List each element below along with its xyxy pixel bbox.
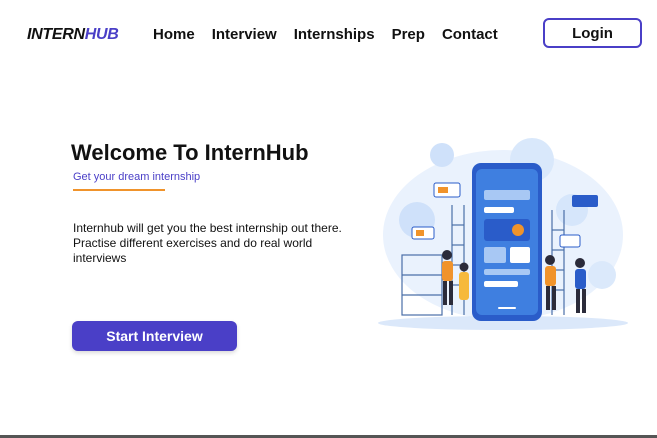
nav-item-interview[interactable]: Interview	[212, 26, 277, 43]
subtitle-underline	[73, 189, 165, 191]
login-button[interactable]: Login	[543, 18, 642, 48]
main-nav: Home Interview Internships Prep Contact	[153, 26, 515, 43]
smartphone-workers-illustration	[378, 138, 628, 330]
brand-logo-part1: INTERN	[27, 26, 85, 43]
hero-subtitle: Get your dream internship	[73, 171, 201, 183]
brand-logo[interactable]: INTERNHUB	[27, 26, 119, 44]
nav-item-contact[interactable]: Contact	[442, 26, 498, 43]
hero-title: Welcome To InternHub	[71, 140, 309, 165]
start-interview-button[interactable]: Start Interview	[72, 321, 237, 351]
hero-description: Internhub will get you the best internsh…	[73, 221, 342, 265]
nav-item-home[interactable]: Home	[153, 26, 195, 43]
nav-item-internships[interactable]: Internships	[294, 26, 375, 43]
phone	[472, 163, 542, 321]
nav-item-prep[interactable]: Prep	[392, 26, 425, 43]
brand-logo-part2: HUB	[84, 26, 119, 43]
